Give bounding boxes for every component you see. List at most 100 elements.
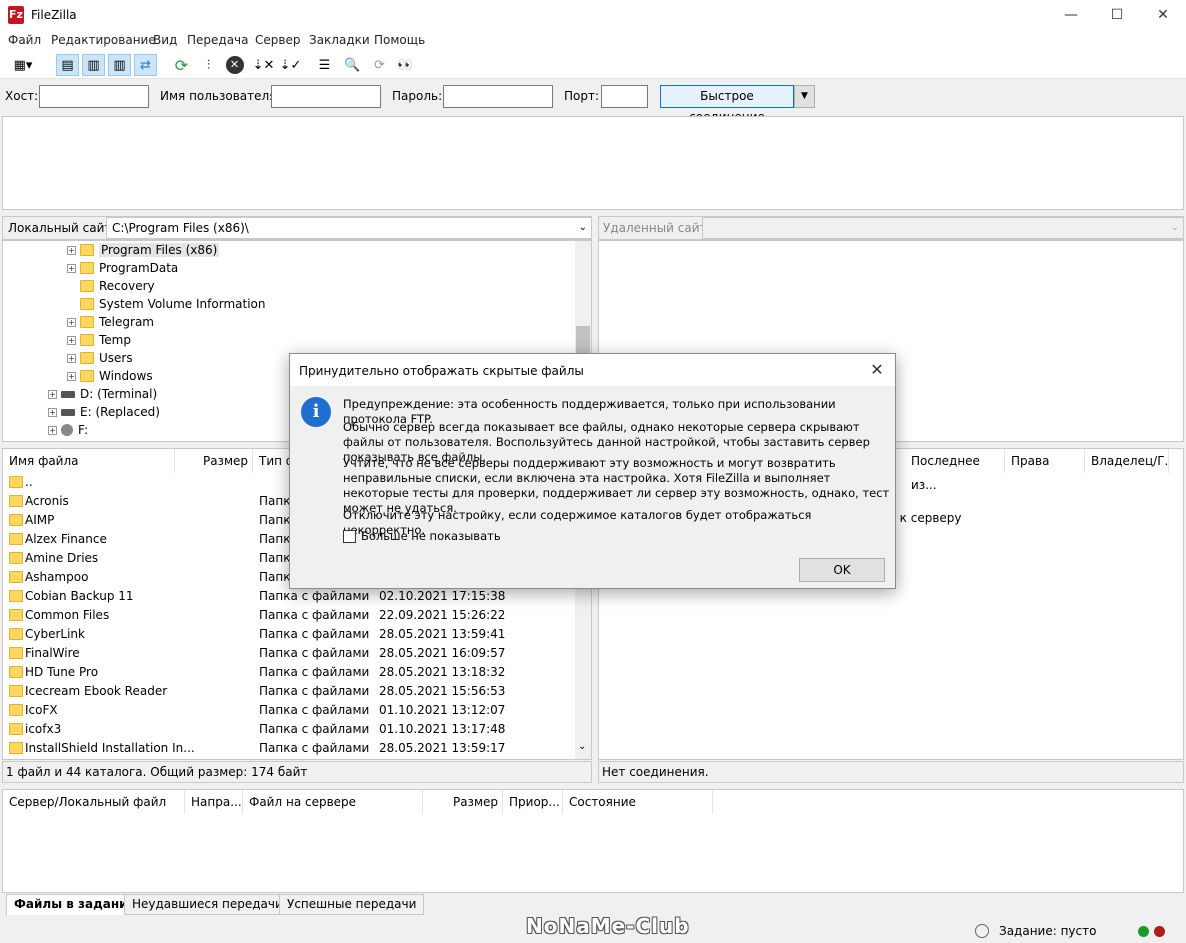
- reconnect-icon[interactable]: ⇣✓: [279, 54, 302, 76]
- file-row[interactable]: HD Tune Pro Папка с файлами 28.05.2021 13:…: [3, 663, 576, 682]
- file-type: Папка с файлами: [259, 665, 370, 679]
- column-priority[interactable]: Приор...: [503, 790, 563, 814]
- tree-item[interactable]: + Users: [67, 349, 133, 367]
- quickconnect-button[interactable]: Быстрое соединение: [660, 85, 794, 124]
- column-queue-size[interactable]: Размер: [423, 790, 503, 814]
- tree-item[interactable]: + Program Files (x86): [67, 241, 220, 259]
- tree-item[interactable]: + Windows: [67, 367, 153, 385]
- file-name: CyberLink: [25, 627, 85, 641]
- tab-successful-transfers[interactable]: Успешные передачи: [279, 894, 425, 915]
- menu-transfer[interactable]: Передача: [187, 33, 249, 47]
- column-state[interactable]: Состояние: [563, 790, 713, 814]
- folder-icon: [9, 704, 23, 716]
- quickconnect-dropdown-icon[interactable]: ▼: [794, 85, 815, 108]
- file-type: Папка с файлами: [259, 722, 370, 736]
- column-owner[interactable]: Владелец/Г...: [1085, 449, 1169, 473]
- drive-item[interactable]: + D: (Terminal): [48, 385, 157, 403]
- file-row[interactable]: CyberLink Папка с файлами 28.05.2021 13:59…: [3, 625, 576, 644]
- file-row[interactable]: Cobian Backup 11 Папка с файлами 02.10.202…: [3, 587, 576, 606]
- chevron-down-icon[interactable]: ⌄: [578, 741, 586, 752]
- minimize-icon[interactable]: —: [1048, 0, 1094, 31]
- menu-edit[interactable]: Редактирование: [51, 33, 156, 47]
- folder-icon: [9, 571, 23, 583]
- refresh-icon[interactable]: ⟳: [170, 54, 193, 76]
- drive-item[interactable]: + F:: [48, 421, 88, 439]
- search-icon[interactable]: 🔍: [341, 54, 364, 76]
- column-modified[interactable]: Последнее из...: [905, 449, 1005, 492]
- ok-button[interactable]: OK: [799, 558, 885, 582]
- site-manager-icon[interactable]: ▦▾: [4, 54, 42, 76]
- local-tree-scroll-thumb[interactable]: [576, 326, 590, 356]
- file-row[interactable]: IcoFX Папка с файлами 01.10.2021 13:12:07: [3, 701, 576, 720]
- drive-item[interactable]: + E: (Replaced): [48, 403, 160, 421]
- column-local-file[interactable]: Сервер/Локальный файл: [3, 790, 185, 814]
- close-icon[interactable]: ✕: [1140, 0, 1186, 31]
- host-input[interactable]: [39, 85, 149, 108]
- port-input[interactable]: [601, 85, 648, 108]
- file-date: 28.05.2021 13:59:17: [379, 741, 506, 755]
- menu-view[interactable]: Вид: [153, 33, 177, 47]
- toggle-log-icon[interactable]: ▤: [56, 54, 79, 76]
- disconnect-icon[interactable]: ⇣✕: [252, 54, 275, 76]
- file-type: Папка с файлами: [259, 703, 370, 717]
- folder-icon: [80, 280, 94, 292]
- username-input[interactable]: [271, 85, 381, 108]
- expand-icon[interactable]: +: [67, 263, 76, 273]
- maximize-icon[interactable]: ☐: [1094, 0, 1140, 31]
- cancel-icon[interactable]: ✕: [223, 54, 246, 76]
- folder-icon: [9, 590, 23, 602]
- tree-item[interactable]: Recovery: [80, 277, 155, 295]
- file-row[interactable]: InstallShield Installation In... Папка с …: [3, 739, 576, 758]
- hidden-files-dialog: Принудительно отображать скрытые файлы ✕…: [289, 353, 896, 589]
- expand-icon[interactable]: +: [67, 317, 76, 327]
- menu-server[interactable]: Сервер: [255, 33, 300, 47]
- tree-item[interactable]: + Temp: [67, 331, 131, 349]
- dont-show-again-checkbox[interactable]: Больше не показывать: [343, 529, 501, 543]
- file-row[interactable]: Icecream Ebook Reader Папка с файлами 28.0…: [3, 682, 576, 701]
- column-size[interactable]: Размер: [175, 449, 253, 473]
- expand-icon[interactable]: +: [67, 335, 76, 345]
- expand-icon[interactable]: +: [48, 425, 57, 435]
- expand-icon[interactable]: +: [67, 371, 76, 381]
- expand-icon[interactable]: +: [67, 353, 76, 363]
- tree-item[interactable]: System Volume Information: [80, 295, 265, 313]
- transfer-queue[interactable]: Сервер/Локальный файл Напра... Файл на с…: [2, 789, 1184, 893]
- expand-icon[interactable]: +: [48, 389, 57, 399]
- close-icon[interactable]: ✕: [865, 358, 889, 382]
- file-row[interactable]: icofx3 Папка с файлами 01.10.2021 13:17:48: [3, 720, 576, 739]
- title-bar: Fz FileZilla — ☐ ✕: [0, 0, 1186, 31]
- sync-browsing-icon[interactable]: ⟳: [368, 54, 391, 76]
- folder-icon: [9, 609, 23, 621]
- local-path-select[interactable]: C:\Program Files (x86)\ ⌄: [106, 217, 592, 239]
- message-log[interactable]: [2, 116, 1184, 210]
- menu-bar: Файл Редактирование Вид Передача Сервер …: [0, 31, 1186, 51]
- expand-icon[interactable]: +: [67, 245, 76, 255]
- tree-item[interactable]: + Telegram: [67, 313, 154, 331]
- folder-icon: [9, 476, 23, 488]
- column-remote-file[interactable]: Файл на сервере: [243, 790, 423, 814]
- chevron-down-icon: ⌄: [1170, 222, 1179, 233]
- column-permissions[interactable]: Права: [1005, 449, 1085, 473]
- file-row[interactable]: FinalWire Папка с файлами 28.05.2021 16:09…: [3, 644, 576, 663]
- file-name: Cobian Backup 11: [25, 589, 134, 603]
- toggle-queue-icon[interactable]: ⇄: [134, 54, 157, 76]
- toggle-remote-tree-icon[interactable]: ▥: [108, 54, 131, 76]
- menu-bookmarks[interactable]: Закладки: [309, 33, 370, 47]
- file-row[interactable]: Common Files Папка с файлами 22.09.2021 15…: [3, 606, 576, 625]
- expand-icon[interactable]: +: [48, 407, 57, 417]
- column-direction[interactable]: Напра...: [185, 790, 243, 814]
- toggle-local-tree-icon[interactable]: ▥: [82, 54, 105, 76]
- file-name: FinalWire: [25, 646, 80, 660]
- binoculars-icon[interactable]: 👀: [394, 54, 417, 76]
- menu-help[interactable]: Помощь: [374, 33, 425, 47]
- column-filename[interactable]: Имя файла: [3, 449, 175, 473]
- file-date: 28.05.2021 16:09:57: [379, 646, 506, 660]
- file-type: Папка с файлами: [259, 627, 370, 641]
- tree-item[interactable]: + ProgramData: [67, 259, 178, 277]
- menu-file[interactable]: Файл: [8, 33, 41, 47]
- tab-failed-transfers[interactable]: Неудавшиеся передачи: [124, 894, 291, 915]
- directory-filter-icon[interactable]: ☰: [313, 54, 336, 76]
- password-input[interactable]: [443, 85, 553, 108]
- process-queue-icon[interactable]: ⫶: [197, 54, 220, 76]
- checkbox-box[interactable]: [343, 529, 356, 543]
